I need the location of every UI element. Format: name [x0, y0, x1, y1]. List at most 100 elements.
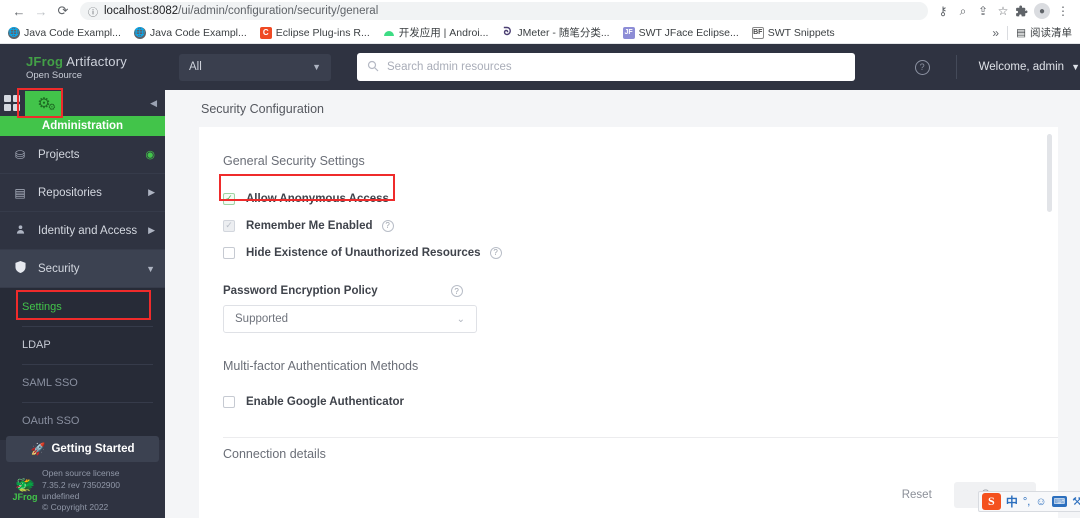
jmeter-icon: ᘐ — [503, 26, 512, 38]
bookmark-jmeter[interactable]: ᘐ JMeter - 随笔分类... — [501, 25, 610, 40]
url-path: /ui/admin/configuration/security/general — [178, 5, 379, 17]
checkbox-row-hide-existence-of-unauthorized-resources[interactable]: Hide Existence of Unauthorized Resources… — [223, 239, 1058, 266]
reset-button[interactable]: Reset — [892, 483, 942, 507]
sub-item-label: LDAP — [22, 338, 51, 351]
sidebar-item-oauth-sso[interactable]: OAuth SSO — [0, 402, 165, 440]
card-content: General Security Settings ✓ Allow Anonym… — [199, 127, 1058, 461]
ime-toolbar[interactable]: S 中 °, ☺ ⌨ ⚒ — [977, 491, 1080, 512]
extensions-icon[interactable] — [1012, 2, 1030, 20]
checkbox-hide-existence-of-unauthorized-resources[interactable] — [223, 246, 235, 259]
sogou-logo-icon[interactable]: S — [981, 493, 1001, 510]
search-icon — [367, 60, 379, 75]
share-icon[interactable]: ⇪ — [974, 2, 992, 20]
bookmark-swt-snippets[interactable]: BF SWT Snippets — [751, 26, 835, 39]
toolbox-icon[interactable]: ⚒ — [1072, 495, 1080, 508]
chrome-actions: ● ⋮ — [1012, 2, 1072, 20]
password-key-icon[interactable]: ⚷ — [934, 2, 952, 20]
sub-item-label: OAuth SSO — [22, 414, 80, 427]
help-icon[interactable]: ? — [450, 285, 463, 297]
bookmarks-bar: 🌐 Java Code Exampl... 🌐 Java Code Exampl… — [0, 22, 1080, 44]
copyright-label: © Copyright 2022 — [42, 502, 109, 513]
reading-list-label: 阅读清单 — [1030, 27, 1072, 39]
bookmark-label: Eclipse Plug-ins R... — [275, 26, 370, 39]
help-icon[interactable]: ? — [381, 219, 394, 232]
profile-avatar[interactable]: ● — [1033, 2, 1051, 20]
checkbox-remember-me-enabled[interactable]: ✓ — [223, 219, 235, 232]
omnibox-actions: ⚷ ⌕ ⇪ ☆ — [934, 2, 1012, 20]
bookmark-swt-jface[interactable]: JF SWT JFace Eclipse... — [622, 26, 739, 39]
sidebar-item-settings[interactable]: Settings — [0, 288, 165, 326]
collapse-sidebar-icon[interactable]: ◀ — [150, 98, 157, 109]
forward-button[interactable]: → — [30, 0, 52, 22]
bookmark-label: JMeter - 随笔分类... — [517, 27, 610, 39]
sidebar-item-repositories[interactable]: ▤ Repositories ▶ — [0, 174, 165, 212]
punctuation-mode-icon[interactable]: °, — [1023, 496, 1030, 508]
reload-button[interactable]: ⟳ — [52, 0, 74, 22]
checkbox-enable-google-authenticator[interactable] — [223, 395, 235, 408]
bookmark-star-icon[interactable]: ☆ — [994, 2, 1012, 20]
sub-item-label: Settings — [22, 300, 62, 313]
reading-list-button[interactable]: ▤ 阅读清单 — [1016, 25, 1072, 40]
chevron-down-icon: ⌄ — [456, 313, 465, 325]
checkbox-row-allow-anonymous-access[interactable]: ✓ Allow Anonymous Access — [223, 185, 1058, 212]
brand-product: Artifactory — [66, 53, 127, 69]
brand-logo[interactable]: JFrog Artifactory Open Source — [0, 44, 165, 90]
connection-details-title: Connection details — [223, 437, 1058, 461]
chevron-down-icon: ▼ — [312, 62, 321, 72]
main-region: All ▼ Search admin resources ? Welcome, … — [165, 44, 1080, 518]
bookmark-android-dev[interactable]: 开发应用 | Androi... — [383, 25, 489, 40]
apps-grid-icon[interactable] — [4, 95, 20, 111]
back-button[interactable]: ← — [8, 0, 30, 22]
page-title: Security Configuration — [165, 90, 1080, 127]
address-bar[interactable]: ⓘ localhost:8082/ui/admin/configuration/… — [80, 2, 928, 20]
bookmark-eclipse-plugins[interactable]: C Eclipse Plug-ins R... — [259, 26, 370, 39]
administration-label: Administration — [0, 116, 165, 136]
sidebar-item-label: Repositories — [38, 186, 102, 199]
site-info-icon[interactable]: ⓘ — [88, 4, 98, 19]
footer-text: Open source license 7.35.2 rev 73502900 … — [42, 468, 120, 514]
chinese-mode-icon[interactable]: 中 — [1006, 493, 1018, 510]
soft-keyboard-icon[interactable]: ⌨ — [1051, 496, 1068, 507]
emoji-icon[interactable]: ☺ — [1035, 496, 1046, 508]
checkbox-row-enable-google-authenticator[interactable]: Enable Google Authenticator — [223, 388, 1058, 415]
sidebar-item-identity-and-access[interactable]: Identity and Access ▶ — [0, 212, 165, 250]
sidebar-item-ldap[interactable]: LDAP — [0, 326, 165, 364]
bookmark-java-code-examples-2[interactable]: 🌐 Java Code Exampl... — [133, 26, 247, 39]
admin-search-placeholder: Search admin resources — [387, 61, 512, 73]
sidebar-item-security[interactable]: Security ▼ — [0, 250, 165, 288]
bookmark-label: 开发应用 | Androi... — [398, 27, 489, 39]
help-icon[interactable]: ? — [914, 59, 930, 75]
url-host: localhost:8082 — [104, 5, 179, 17]
scope-dropdown[interactable]: All ▼ — [179, 53, 331, 81]
bookmark-java-code-examples-1[interactable]: 🌐 Java Code Exampl... — [8, 26, 121, 39]
admin-search-input[interactable]: Search admin resources — [357, 53, 855, 81]
chrome-menu-icon[interactable]: ⋮ — [1054, 2, 1072, 20]
sidebar: JFrog Artifactory Open Source ⚙ ⚙ ◀ Admi… — [0, 44, 165, 518]
getting-started-button[interactable]: 🚀 Getting Started — [6, 436, 159, 462]
reading-list-icon: ▤ — [1016, 26, 1026, 39]
android-icon — [383, 27, 395, 39]
checkbox-row-remember-me-enabled[interactable]: ✓ Remember Me Enabled ? — [223, 212, 1058, 239]
user-menu[interactable]: Welcome, admin ▼ — [979, 61, 1080, 73]
bookmark-label: Java Code Exampl... — [24, 26, 121, 39]
repositories-icon: ▤ — [14, 185, 26, 200]
sidebar-item-saml-sso[interactable]: SAML SSO — [0, 364, 165, 402]
password-encryption-policy-label: Password Encryption Policy — [223, 285, 378, 297]
password-encryption-policy-dropdown[interactable]: Supported ⌄ — [223, 305, 477, 333]
bookmarks-overflow-button[interactable]: » — [992, 26, 999, 40]
checkbox-label: Allow Anonymous Access — [246, 192, 389, 205]
help-icon[interactable]: ? — [489, 246, 502, 259]
globe-icon: 🌐 — [8, 26, 20, 39]
search-icon[interactable]: ⌕ — [954, 2, 972, 20]
getting-started-label: Getting Started — [51, 443, 135, 455]
administration-module-button[interactable]: ⚙ ⚙ — [25, 90, 63, 116]
bookmark-label: SWT Snippets — [767, 26, 835, 39]
content-scrollbar[interactable] — [1047, 134, 1052, 212]
sidebar-item-projects[interactable]: ⛁ Projects ◉ — [0, 136, 165, 174]
checkbox-allow-anonymous-access[interactable]: ✓ — [223, 192, 235, 205]
snippets-icon: BF — [751, 26, 764, 39]
avatar: ● — [1034, 3, 1050, 19]
divider — [955, 55, 957, 79]
module-switcher-row: ⚙ ⚙ ◀ — [0, 88, 165, 118]
projects-icon: ⛁ — [14, 147, 26, 162]
